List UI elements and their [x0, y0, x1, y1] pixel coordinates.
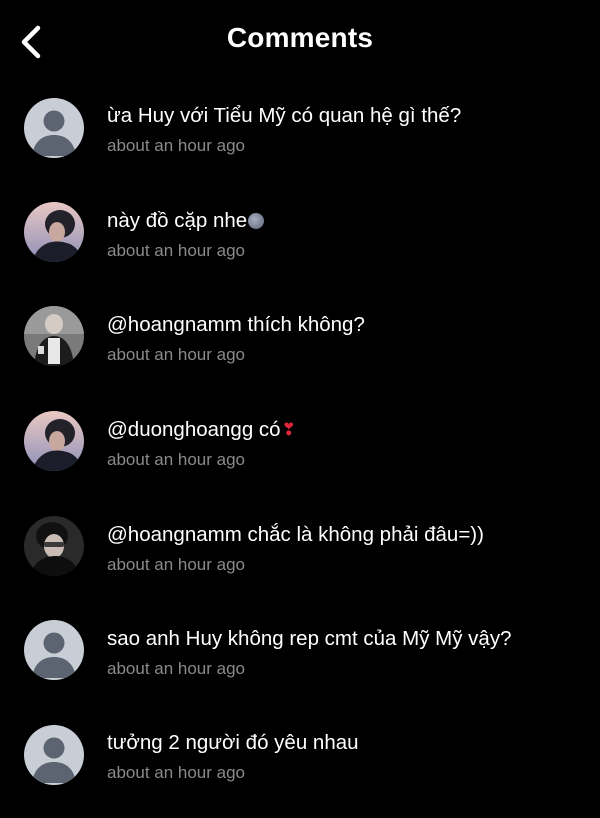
comment-text: @duonghoangg có❣ [107, 418, 296, 441]
comment-item: tưởng 2 người đó yêu nhau about an hour … [0, 722, 600, 802]
comment-timestamp: about an hour ago [107, 659, 246, 678]
comment-timestamp: about an hour ago [107, 555, 246, 574]
avatar[interactable] [24, 411, 84, 471]
user-photo-icon [24, 202, 84, 262]
blob-emoji-icon [248, 213, 265, 229]
comment-item: @hoangnamm thích không? about an hour ag… [0, 304, 600, 384]
avatar[interactable] [24, 620, 84, 680]
comment-timestamp: about an hour ago [107, 345, 246, 364]
comment-item: ừa Huy với Tiểu Mỹ có quan hệ gì thế? ab… [0, 95, 600, 175]
comment-timestamp: about an hour ago [107, 241, 246, 260]
default-avatar-icon [24, 98, 84, 158]
avatar[interactable] [24, 306, 84, 366]
comment-text: này đồ cặp nhe [107, 209, 265, 233]
comment-item: @duonghoangg có❣ about an hour ago [0, 409, 600, 489]
user-photo-icon [24, 516, 84, 576]
comment-text: ừa Huy với Tiểu Mỹ có quan hệ gì thế? [107, 104, 462, 127]
comment-timestamp: about an hour ago [107, 763, 246, 782]
user-photo-icon [24, 411, 84, 471]
comment-text: tưởng 2 người đó yêu nhau [107, 731, 359, 754]
comment-item: sao anh Huy không rep cmt của Mỹ Mỹ vậy?… [0, 618, 600, 698]
avatar[interactable] [24, 516, 84, 576]
avatar[interactable] [24, 98, 84, 158]
page-title: Comments [226, 22, 374, 53]
comment-text: sao anh Huy không rep cmt của Mỹ Mỹ vậy? [107, 627, 512, 650]
avatar[interactable] [24, 725, 84, 785]
comment-timestamp: about an hour ago [107, 450, 246, 469]
header: Comments [0, 0, 600, 84]
avatar[interactable] [24, 202, 84, 262]
comment-item: này đồ cặp nhe about an hour ago [0, 200, 600, 280]
user-photo-icon [24, 306, 84, 366]
default-avatar-icon [24, 725, 84, 785]
comment-timestamp: about an hour ago [107, 136, 246, 155]
default-avatar-icon [24, 620, 84, 680]
comment-text: @hoangnamm thích không? [107, 313, 365, 336]
heart-emoji-icon: ❣ [281, 420, 296, 439]
comment-item: @hoangnamm chắc là không phải đâu=)) abo… [0, 514, 600, 594]
comment-text: @hoangnamm chắc là không phải đâu=)) [107, 523, 484, 546]
